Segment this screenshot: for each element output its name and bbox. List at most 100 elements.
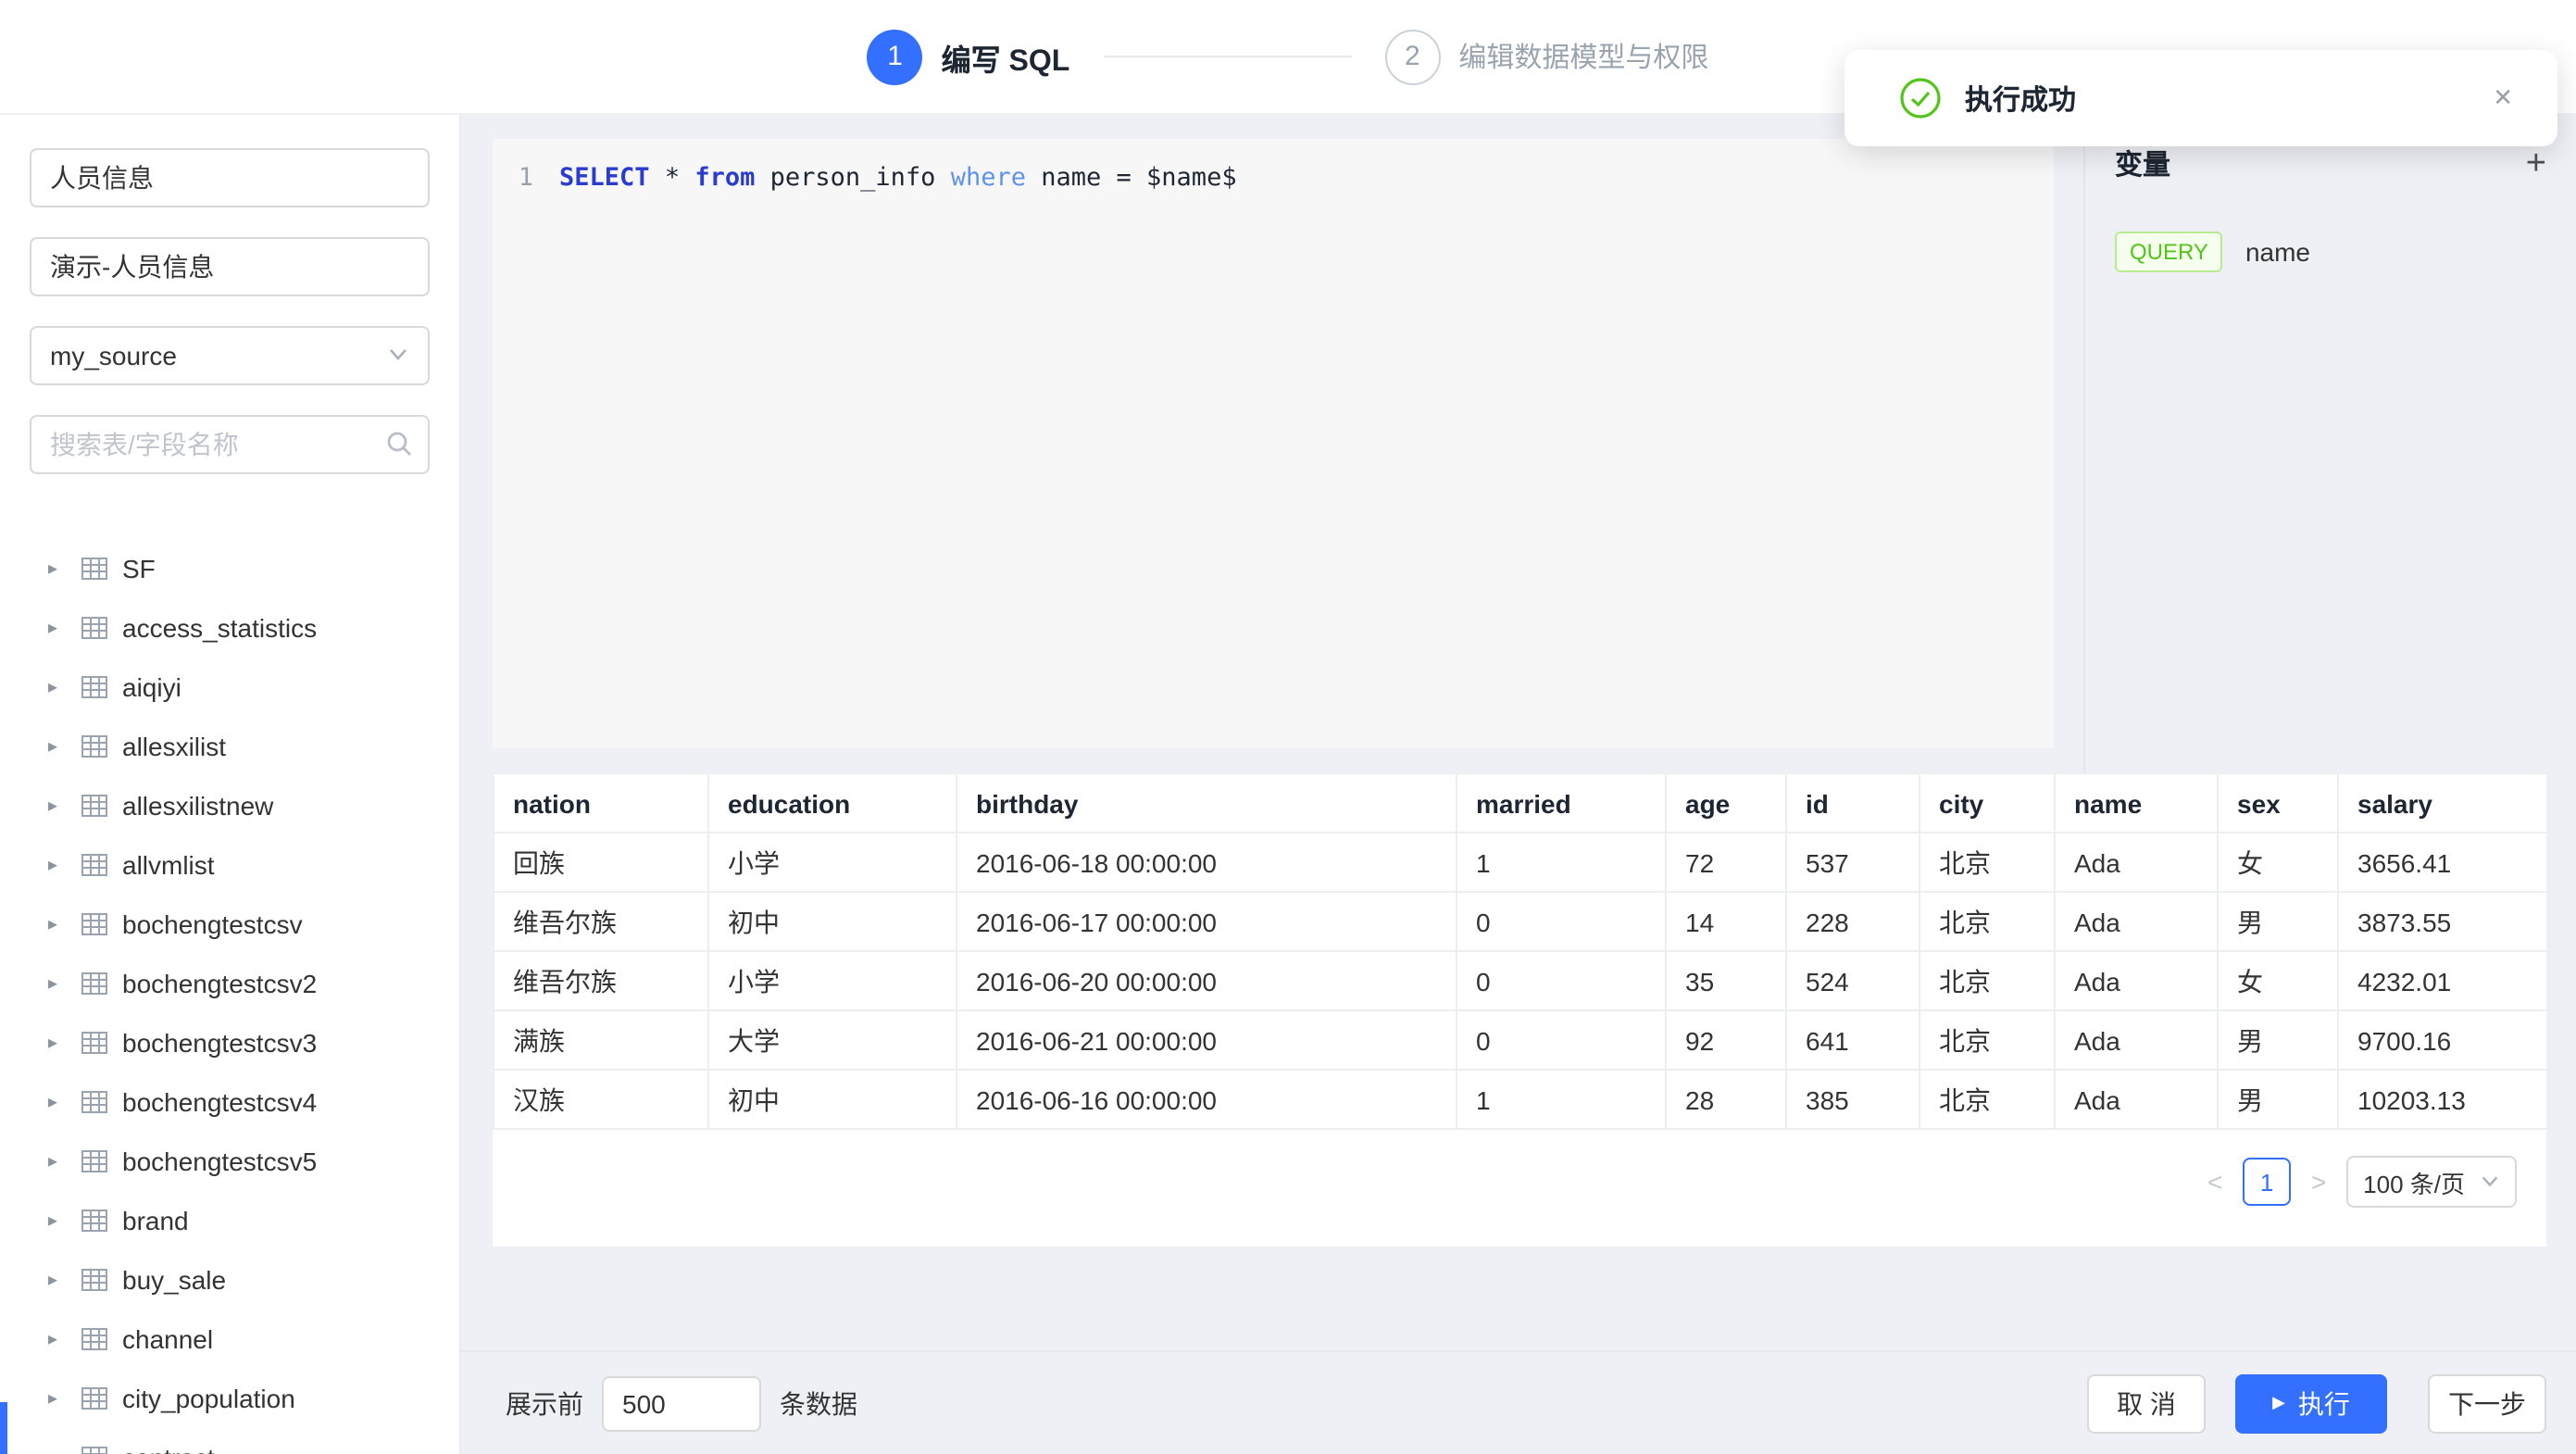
column-header: name	[2055, 773, 2218, 833]
caret-icon[interactable]: ▸	[48, 1210, 67, 1231]
column-header: city	[1919, 773, 2055, 833]
tree-item[interactable]: ▸bochengtestcsv4	[30, 1072, 430, 1132]
table-cell: 汉族	[494, 1070, 708, 1129]
tree-item[interactable]: ▸ bochengtestcsv2	[30, 954, 430, 1013]
sql-editor[interactable]: 1 SELECT * from person_info where name =…	[493, 139, 2054, 748]
caret-icon[interactable]: ▸	[48, 1270, 67, 1290]
page-size-value: 100 条/页	[2363, 1164, 2465, 1199]
next-step-button[interactable]: 下一步	[2428, 1373, 2546, 1433]
tree-item[interactable]: ▸ allesxilistnew	[30, 776, 430, 835]
cancel-button[interactable]: 取 消	[2087, 1373, 2206, 1433]
tree-item[interactable]: ▸ brand	[30, 1191, 430, 1250]
caret-icon[interactable]: ▸	[48, 1033, 67, 1053]
page-size-select[interactable]: 100 条/页	[2346, 1156, 2517, 1208]
tree-item-label: contract	[122, 1443, 215, 1454]
caret-icon[interactable]: ▸	[48, 796, 67, 816]
page-prev-icon[interactable]: <	[2202, 1167, 2228, 1197]
table-cell: 72	[1666, 833, 1786, 892]
code-line: 1 SELECT * from person_info where name =…	[493, 159, 2054, 196]
bottom-bar: 展示前 条数据 取 消 ▶ 执行 下一步	[461, 1350, 2576, 1454]
caret-icon[interactable]: ▸	[48, 914, 67, 934]
sql-token: *	[650, 163, 695, 193]
caret-icon[interactable]: ▸	[48, 558, 67, 579]
line-number: 1	[493, 159, 559, 196]
tree-item[interactable]: ▸SF	[30, 539, 430, 598]
scrollbar-thumb[interactable]	[0, 1402, 7, 1454]
search-input[interactable]	[30, 415, 430, 474]
chevron-down-icon	[2480, 1168, 2500, 1196]
step-edit-model[interactable]: 2 编辑数据模型与权限	[1384, 29, 1708, 84]
caret-icon[interactable]: ▸	[48, 1448, 67, 1454]
tree-item[interactable]: ▸ access_statistics	[30, 598, 430, 658]
tree-item[interactable]: ▸allvmlist	[30, 835, 430, 895]
tree-item-label: city_population	[122, 1384, 295, 1413]
model-name-input[interactable]	[30, 148, 430, 207]
table-cell: 228	[1786, 892, 1919, 951]
close-icon[interactable]: ✕	[2493, 83, 2513, 113]
variable-row: QUERY name	[2115, 232, 2546, 272]
caret-icon[interactable]: ▸	[48, 1388, 67, 1409]
tree-item[interactable]: ▸bochengtestcsv	[30, 895, 430, 954]
caret-icon[interactable]: ▸	[48, 736, 67, 757]
table-cell: 北京	[1919, 1070, 2055, 1129]
table-cell: 0	[1457, 951, 1666, 1010]
table-icon	[81, 911, 107, 937]
table-cell: 满族	[494, 1010, 708, 1070]
table-cell: 3656.41	[2338, 833, 2549, 892]
table-cell: 女	[2218, 833, 2338, 892]
add-variable-icon[interactable]: +	[2526, 146, 2546, 182]
toast-message: 执行成功	[1965, 79, 2076, 118]
tree-item-label: allesxilistnew	[122, 791, 273, 821]
tree-item[interactable]: ▸ allesxilist	[30, 717, 430, 776]
page-next-icon[interactable]: >	[2306, 1167, 2332, 1197]
table-icon	[81, 1030, 107, 1056]
caret-icon[interactable]: ▸	[48, 1151, 67, 1172]
tree-item[interactable]: ▸bochengtestcsv5	[30, 1132, 430, 1191]
table-cell: 男	[2218, 892, 2338, 951]
sql-token: person_info	[755, 163, 950, 193]
tree-item[interactable]: ▸ bochengtestcsv3	[30, 1013, 430, 1072]
caret-icon[interactable]: ▸	[48, 677, 67, 697]
table-cell: 回族	[494, 833, 708, 892]
table-icon	[81, 1148, 107, 1174]
tree-item-label: access_statistics	[122, 613, 317, 643]
table-row: 满族大学2016-06-21 00:00:00092641北京Ada男9700.…	[494, 1010, 2549, 1070]
tree-item-label: bochengtestcsv2	[122, 969, 317, 998]
table-cell: 女	[2218, 951, 2338, 1010]
tree-item-label: allesxilist	[122, 732, 226, 761]
step-2-circle: 2	[1384, 29, 1440, 84]
tree-item[interactable]: ▸ city_population	[30, 1369, 430, 1428]
action-buttons: 取 消 ▶ 执行 下一步	[2087, 1373, 2546, 1433]
table-cell: 2016-06-21 00:00:00	[957, 1010, 1457, 1070]
tree-item[interactable]: ▸aiqiyi	[30, 658, 430, 717]
row-limit-input[interactable]	[602, 1375, 761, 1431]
table-cell: Ada	[2055, 1010, 2218, 1070]
table-cell: Ada	[2055, 951, 2218, 1010]
table-icon	[81, 793, 107, 819]
page-number[interactable]: 1	[2243, 1158, 2291, 1206]
sql-token: where	[951, 163, 1026, 193]
variables-panel: 变量 + QUERY name	[2083, 115, 2576, 772]
column-header: salary	[2338, 773, 2549, 833]
caret-icon[interactable]: ▸	[48, 973, 67, 994]
execute-button[interactable]: ▶ 执行	[2235, 1373, 2387, 1433]
display-name-input[interactable]	[30, 237, 430, 296]
caret-icon[interactable]: ▸	[48, 1329, 67, 1349]
table-search	[30, 415, 430, 474]
datasource-select[interactable]: my_source	[30, 326, 430, 385]
table-cell: 小学	[708, 951, 957, 1010]
table-icon	[81, 615, 107, 641]
caret-icon[interactable]: ▸	[48, 1092, 67, 1112]
table-cell: 14	[1666, 892, 1786, 951]
step-write-sql[interactable]: 1 编写 SQL	[868, 29, 1070, 84]
caret-icon[interactable]: ▸	[48, 855, 67, 875]
table-icon	[81, 971, 107, 996]
column-header: sex	[2218, 773, 2338, 833]
tree-item-label: bochengtestcsv3	[122, 1028, 317, 1058]
table-icon	[81, 733, 107, 759]
caret-icon[interactable]: ▸	[48, 618, 67, 638]
tree-item[interactable]: ▸buy_sale	[30, 1250, 430, 1310]
tree-item[interactable]: ▸ contract	[30, 1428, 430, 1454]
tree-item-label: brand	[122, 1206, 189, 1235]
tree-item[interactable]: ▸channel	[30, 1310, 430, 1369]
